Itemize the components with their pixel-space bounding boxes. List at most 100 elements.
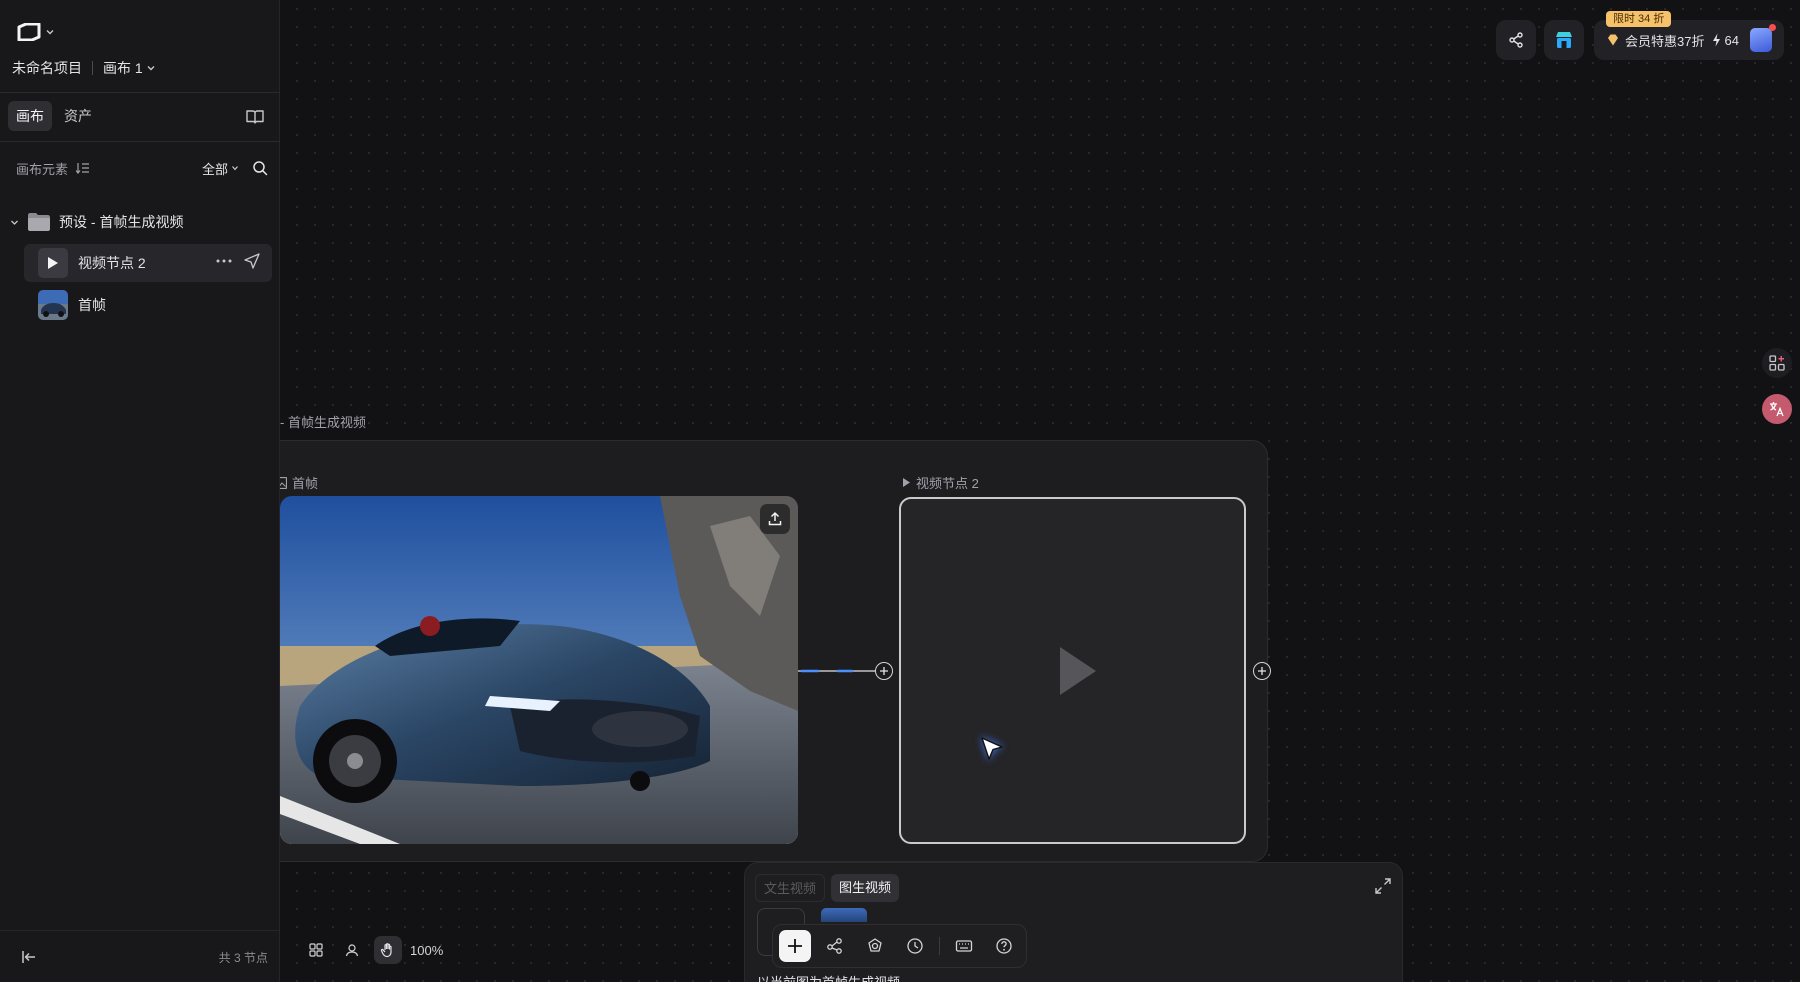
filter-scope-label: 全部 — [201, 161, 228, 177]
grid-icon — [309, 943, 323, 957]
reference-thumbnail[interactable] — [821, 908, 867, 922]
locate-icon[interactable] — [244, 253, 260, 269]
app-logo-icon — [17, 23, 41, 41]
user-icon — [345, 944, 359, 957]
sidebar-tabs: 画布 资产 — [8, 101, 100, 131]
divider — [0, 141, 280, 142]
add-widget-button[interactable] — [1762, 348, 1792, 378]
first-frame-image-node[interactable] — [280, 496, 798, 844]
shapes-button[interactable] — [859, 930, 891, 962]
share-button[interactable] — [1496, 20, 1536, 60]
divider — [0, 92, 280, 93]
sports-car-image — [280, 496, 798, 844]
credit-count: 64 — [1724, 32, 1739, 48]
search-button[interactable] — [252, 160, 268, 176]
more-icon[interactable] — [216, 259, 232, 263]
node-count: 共 3 节点 — [218, 951, 268, 965]
book-icon — [246, 110, 264, 124]
breadcrumb-divider — [92, 61, 93, 75]
video-node[interactable] — [899, 497, 1246, 844]
output-port-button[interactable] — [1253, 662, 1271, 680]
search-icon — [253, 161, 268, 176]
tree-item-first-frame[interactable]: 首帧 — [24, 286, 272, 324]
tab-text-to-video[interactable]: 文生视频 — [755, 874, 826, 902]
upload-button[interactable] — [760, 504, 790, 534]
project-name[interactable]: 未命名项目 — [12, 58, 82, 78]
collaborators-button[interactable] — [338, 936, 366, 964]
elements-title: 画布元素 — [16, 161, 69, 177]
play-icon — [48, 257, 58, 269]
sidebar-footer: 共 3 节点 — [0, 930, 280, 982]
add-node-button[interactable] — [779, 930, 811, 962]
expand-panel-button[interactable] — [1374, 877, 1392, 895]
tree-item-label: 首帧 — [78, 297, 106, 313]
tree-item-video-node[interactable]: 视频节点 2 — [24, 244, 272, 282]
share-icon — [1509, 32, 1523, 48]
generation-tabs: 文生视频 图生视频 — [755, 874, 900, 902]
canvas-selector[interactable]: 画布 1 — [103, 58, 155, 78]
connect-port-button[interactable] — [875, 662, 893, 680]
image-node-title: 首帧 — [292, 476, 319, 491]
sort-button[interactable] — [76, 162, 90, 174]
avatar[interactable] — [1750, 28, 1772, 52]
keyboard-shortcuts-button[interactable] — [948, 930, 980, 962]
promo-badge: 限时 34 折 — [1606, 11, 1672, 27]
plus-icon — [788, 939, 802, 953]
play-icon — [903, 478, 910, 487]
filter-scope-dropdown[interactable]: 全部 — [202, 159, 238, 178]
expand-icon — [1375, 878, 1391, 894]
project-breadcrumb: 未命名项目 画布 1 — [12, 58, 155, 78]
canvas-toolbar — [772, 924, 1027, 968]
hand-icon — [380, 943, 392, 958]
pan-mode-button[interactable] — [374, 936, 402, 964]
collapse-left-icon — [22, 951, 35, 963]
history-button[interactable] — [899, 930, 931, 962]
toolbar-divider — [939, 937, 940, 955]
sidebar: 未命名项目 画布 1 画布 资产 画布元素 全部 预设 - 首帧生成视频 视频节… — [0, 0, 280, 982]
bolt-icon — [1713, 33, 1721, 47]
video-node-title: 视频节点 2 — [916, 476, 979, 491]
member-offer-text: 会员特惠37折 — [1625, 33, 1705, 49]
docs-button[interactable] — [244, 106, 266, 128]
tab-assets[interactable]: 资产 — [56, 101, 100, 131]
plus-icon — [1258, 667, 1266, 675]
tree-item-label: 视频节点 2 — [78, 255, 146, 271]
tab-image-to-video[interactable]: 图生视频 — [831, 874, 900, 902]
help-button[interactable] — [988, 930, 1020, 962]
collapse-sidebar-button[interactable] — [20, 948, 38, 966]
caret-down-icon — [232, 166, 238, 171]
translate-icon — [1770, 402, 1784, 417]
zoom-level[interactable]: 100% — [410, 943, 443, 958]
workflow-icon — [827, 938, 842, 954]
notification-dot — [1769, 24, 1776, 31]
prompt-text[interactable]: 以当前图为首帧生成视频 — [757, 972, 900, 982]
canvas-name: 画布 1 — [103, 60, 143, 76]
upload-icon — [768, 512, 782, 526]
clock-icon — [907, 938, 923, 954]
tree-group-label: 预设 - 首帧生成视频 — [59, 214, 184, 230]
video-node-label: 视频节点 2 — [902, 473, 979, 492]
store-button[interactable] — [1544, 20, 1584, 60]
video-node-thumbnail — [38, 248, 68, 278]
chevron-down-icon — [46, 30, 54, 35]
diamond-icon — [1608, 34, 1618, 46]
minimap-button[interactable] — [302, 936, 330, 964]
plus-icon — [880, 667, 888, 675]
zoom-controls: 100% — [302, 936, 443, 964]
group-title: - 首帧生成视频 — [280, 415, 366, 430]
store-icon — [1556, 32, 1572, 48]
tree-group-preset[interactable]: 预设 - 首帧生成视频 — [10, 210, 272, 234]
chevron-down-icon — [11, 220, 18, 225]
workflow-button[interactable] — [819, 930, 851, 962]
logo-menu[interactable] — [16, 20, 58, 44]
tab-canvas[interactable]: 画布 — [8, 101, 52, 131]
mouse-cursor-icon — [981, 737, 1003, 760]
video-play-icon — [1060, 647, 1096, 695]
folder-icon — [28, 213, 50, 231]
chevron-down-icon — [147, 66, 155, 71]
car-image-thumbnail — [38, 290, 68, 320]
keyboard-icon — [955, 940, 973, 952]
translate-button[interactable] — [1762, 394, 1792, 424]
item-actions — [216, 253, 260, 269]
grid-plus-icon — [1769, 355, 1785, 371]
